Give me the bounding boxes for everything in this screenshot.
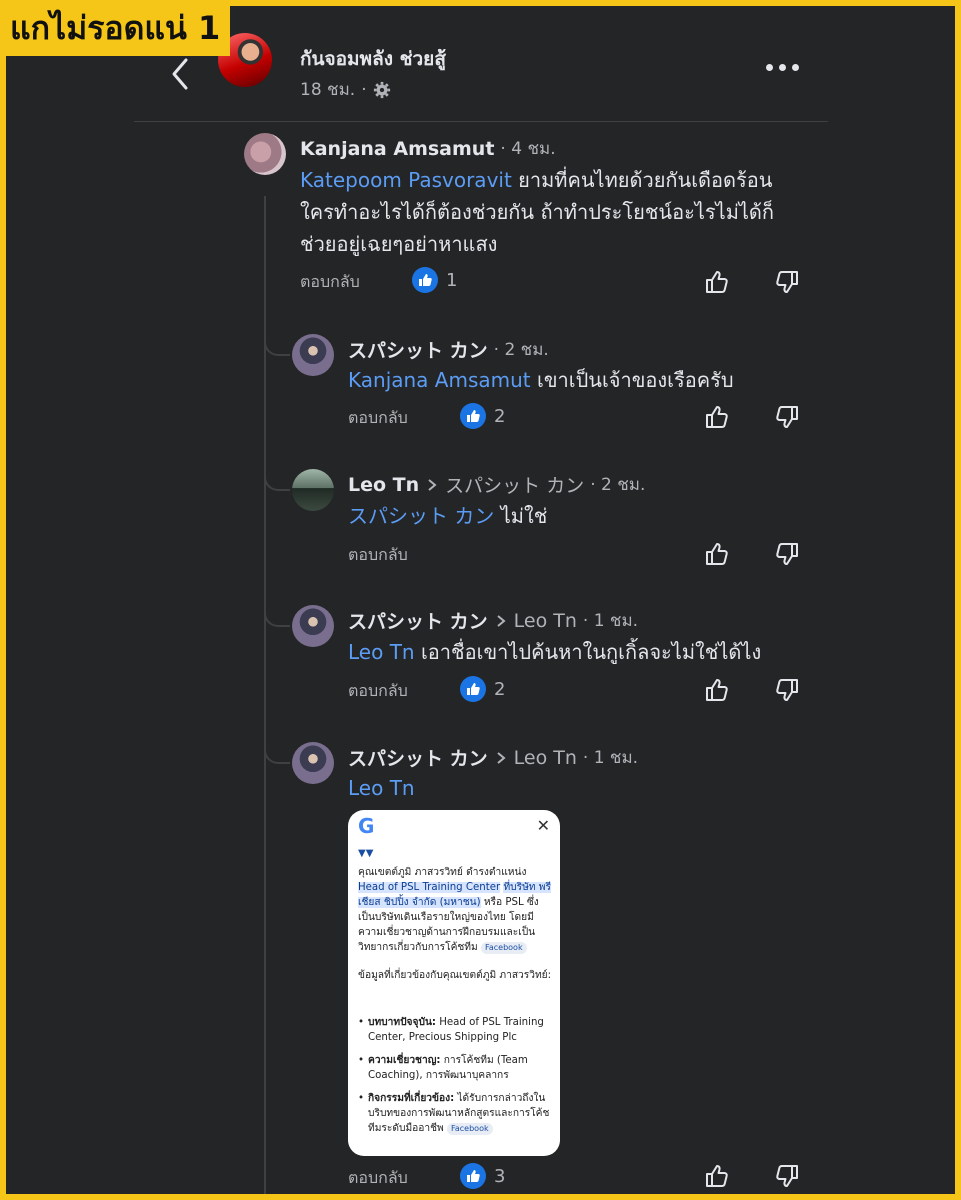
shot-list: บทบาทปัจจุบัน: Head of PSL Training Cent…	[358, 1015, 552, 1144]
like-count[interactable]: 3	[460, 1163, 505, 1189]
author-name[interactable]: スパシット カン	[348, 744, 488, 771]
avatar[interactable]	[292, 605, 334, 647]
upvote-icon[interactable]	[703, 403, 731, 431]
thread-branch	[264, 607, 290, 627]
author-name[interactable]: Kanjana Amsamut	[300, 138, 494, 160]
thread-branch	[264, 336, 290, 356]
mention-link[interactable]: Leo Tn	[348, 640, 415, 664]
comment-text: スパシット カン ไม่ใช่	[348, 504, 548, 528]
downvote-icon[interactable]	[773, 403, 801, 431]
gear-icon	[373, 81, 390, 98]
comment-author: Leo Tn スパシット カン · 2 ชม.	[348, 471, 645, 498]
list-item: ความเชี่ยวชาญ: การโค้ชทีม (Team Coaching…	[358, 1053, 552, 1083]
reply-button[interactable]: ตอบกลับ	[348, 679, 408, 704]
source-icon: ▼▼	[358, 848, 374, 859]
like-badge-icon	[460, 1163, 486, 1189]
back-icon[interactable]	[166, 54, 196, 94]
comment-author: スパシット カン Leo Tn · 1 ชม.	[348, 744, 638, 771]
title-badge: แกไม่รอดแน่ 1	[0, 0, 231, 56]
like-badge-icon	[412, 267, 438, 293]
reply-to[interactable]: Leo Tn	[494, 747, 577, 769]
meta-separator: ·	[361, 79, 367, 100]
reply-button[interactable]: ตอบกลับ	[348, 1166, 408, 1191]
upvote-icon[interactable]	[703, 676, 731, 704]
comment-time: · 1 ชม.	[582, 611, 639, 631]
like-count[interactable]: 2	[460, 676, 505, 702]
facebook-chip: Facebook	[447, 1123, 493, 1135]
avatar[interactable]	[292, 334, 334, 376]
comment-screen: กันจอมพลัง ช่วยสู้ 18 ชม. · Kanjana Amsa…	[6, 6, 955, 1194]
comment-text: Katepoom Pasvoravit ยามที่คนไทยด้วยกันเด…	[300, 168, 775, 256]
mention-link[interactable]: スパシット カン	[348, 504, 494, 528]
comment-text: Leo Tn	[348, 772, 828, 804]
post-author-name[interactable]: กันจอมพลัง ช่วยสู้	[300, 44, 446, 74]
divider	[134, 121, 828, 122]
thread-branch	[264, 471, 290, 491]
chevron-right-icon	[496, 614, 506, 627]
comment-time: · 2 ชม.	[493, 340, 549, 360]
mention-link[interactable]: Katepoom Pasvoravit	[300, 168, 512, 192]
comment-text: Kanjana Amsamut เขาเป็นเจ้าของเรือครับ	[348, 368, 734, 392]
author-name[interactable]: Leo Tn	[348, 474, 419, 496]
chevron-right-icon	[496, 751, 506, 764]
google-logo: G	[358, 814, 375, 838]
reply-button[interactable]: ตอบกลับ	[348, 543, 408, 568]
like-count[interactable]: 2	[460, 403, 505, 429]
author-name[interactable]: スパシット カン	[348, 607, 488, 634]
close-icon: ✕	[536, 816, 550, 835]
shot-paragraph-1: คุณเขตต์ภูมิ ภาสวรวิทย์ ดำรงตำแหน่ง Head…	[358, 867, 551, 954]
mention-link[interactable]: Leo Tn	[348, 776, 415, 800]
downvote-icon[interactable]	[773, 676, 801, 704]
comment-time: · 4 ชม.	[500, 139, 556, 159]
comment-author: Kanjana Amsamut · 4 ชม.	[300, 135, 556, 162]
downvote-icon[interactable]	[773, 1162, 801, 1190]
comment-author: スパシット カン Leo Tn · 1 ชม.	[348, 607, 638, 634]
upvote-icon[interactable]	[703, 540, 731, 568]
like-badge-icon	[460, 676, 486, 702]
downvote-icon[interactable]	[773, 268, 801, 296]
post-time: 18 ชม.	[300, 80, 356, 100]
like-count[interactable]: 1	[412, 267, 457, 293]
attached-screenshot[interactable]: G ✕ ▼▼ คุณเขตต์ภูมิ ภาสวรวิทย์ ดำรงตำแหน…	[348, 810, 560, 1156]
downvote-icon[interactable]	[773, 540, 801, 568]
avatar[interactable]	[244, 133, 286, 175]
thread-branch	[264, 744, 290, 764]
comment-text: Leo Tn เอาชื่อเขาไปค้นหาในกูเกิ้ลจะไม่ใช…	[348, 640, 762, 664]
upvote-icon[interactable]	[703, 1162, 731, 1190]
post-meta: 18 ชม. ·	[300, 76, 391, 103]
comment-author: スパシット カン · 2 ชม.	[348, 336, 549, 363]
author-name[interactable]: スパシット カン	[348, 336, 488, 363]
more-options-icon[interactable]	[766, 64, 799, 71]
like-badge-icon	[460, 403, 486, 429]
comment-time: · 2 ชม.	[590, 475, 646, 495]
list-item: บทบาทปัจจุบัน: Head of PSL Training Cent…	[358, 1015, 552, 1045]
mention-link[interactable]: Kanjana Amsamut	[348, 368, 531, 392]
shot-paragraph-2: ข้อมูลที่เกี่ยวข้องกับคุณเขตต์ภูมิ ภาสวร…	[358, 970, 552, 981]
comment-time: · 1 ชม.	[582, 748, 639, 768]
chevron-right-icon	[428, 478, 437, 491]
avatar[interactable]	[292, 742, 334, 784]
reply-button[interactable]: ตอบกลับ	[348, 406, 408, 431]
facebook-chip: Facebook	[480, 942, 527, 954]
reply-to[interactable]: スパシット カン	[425, 471, 584, 498]
reply-button[interactable]: ตอบกลับ	[300, 270, 360, 295]
avatar[interactable]	[292, 469, 334, 511]
reply-to[interactable]: Leo Tn	[494, 610, 577, 632]
upvote-icon[interactable]	[703, 268, 731, 296]
list-item: กิจกรรมที่เกี่ยวข้อง: ได้รับการกล่าวถึงใ…	[358, 1091, 552, 1136]
